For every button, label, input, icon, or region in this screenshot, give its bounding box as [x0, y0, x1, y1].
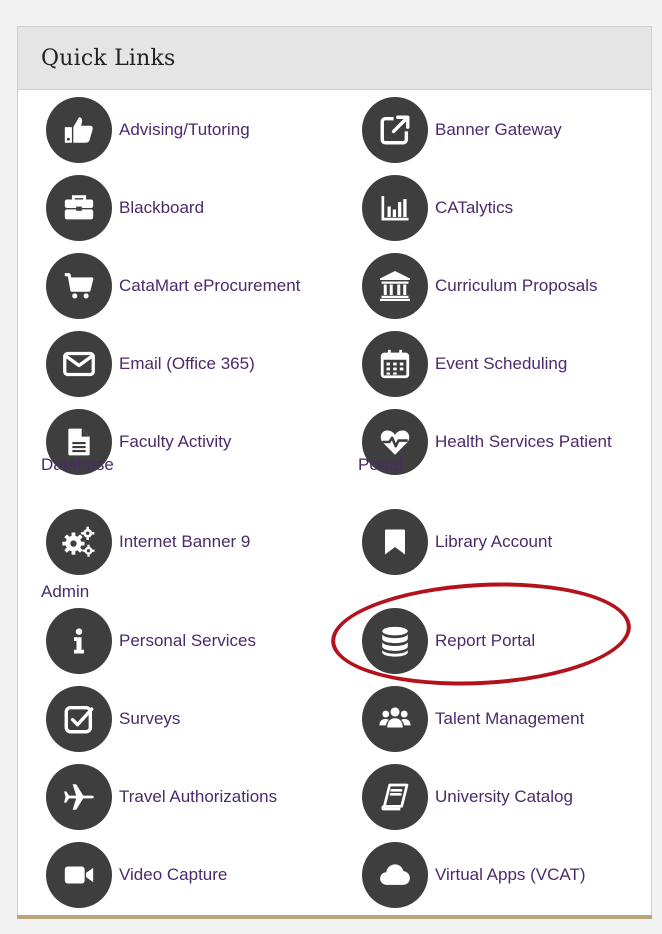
- envelope-icon: [46, 331, 112, 397]
- users-icon: [362, 686, 428, 752]
- bookmark-icon: [362, 509, 428, 575]
- link-label: Report Portal: [435, 631, 536, 650]
- link-label-wrap: Admin: [41, 582, 90, 601]
- bar-chart-icon: [362, 175, 428, 241]
- link-label: Banner Gateway: [435, 120, 562, 139]
- panel-header: Quick Links: [18, 27, 651, 90]
- link-label: CATalytics: [435, 198, 514, 217]
- cloud-icon: [362, 842, 428, 908]
- panel-bottom-accent: [17, 915, 652, 919]
- cogs-icon: [46, 509, 112, 575]
- link-label-wrap: Portal: [358, 455, 403, 474]
- video-camera-icon: [46, 842, 112, 908]
- institution-icon: [362, 253, 428, 319]
- database-icon: [362, 608, 428, 674]
- link-label: Email (Office 365): [119, 354, 255, 373]
- link-label: Virtual Apps (VCAT): [435, 865, 586, 884]
- briefcase-icon: [46, 175, 112, 241]
- book-icon: [362, 764, 428, 830]
- link-label: Travel Authorizations: [119, 787, 278, 806]
- link-label: Health Services Patient: [435, 432, 612, 451]
- link-label: Curriculum Proposals: [435, 276, 598, 295]
- link-label: Event Scheduling: [435, 354, 568, 373]
- link-label: Advising/Tutoring: [119, 120, 250, 139]
- external-link-icon: [362, 97, 428, 163]
- link-label-wrap: Database: [41, 455, 114, 474]
- link-label: Library Account: [435, 532, 553, 551]
- shopping-cart-icon: [46, 253, 112, 319]
- link-label: Surveys: [119, 709, 181, 728]
- info-icon: [46, 608, 112, 674]
- link-label: University Catalog: [435, 787, 573, 806]
- link-label: Blackboard: [119, 198, 205, 217]
- link-label: Internet Banner 9: [119, 532, 251, 551]
- link-label: CataMart eProcurement: [119, 276, 301, 295]
- plane-icon: [46, 764, 112, 830]
- link-label: Personal Services: [119, 631, 257, 650]
- check-square-icon: [46, 686, 112, 752]
- calendar-icon: [362, 331, 428, 397]
- link-label: Talent Management: [435, 709, 585, 728]
- link-label: Faculty Activity: [119, 432, 232, 451]
- panel-title: Quick Links: [41, 46, 176, 71]
- link-label: Video Capture: [119, 865, 228, 884]
- thumbs-up-icon: [46, 97, 112, 163]
